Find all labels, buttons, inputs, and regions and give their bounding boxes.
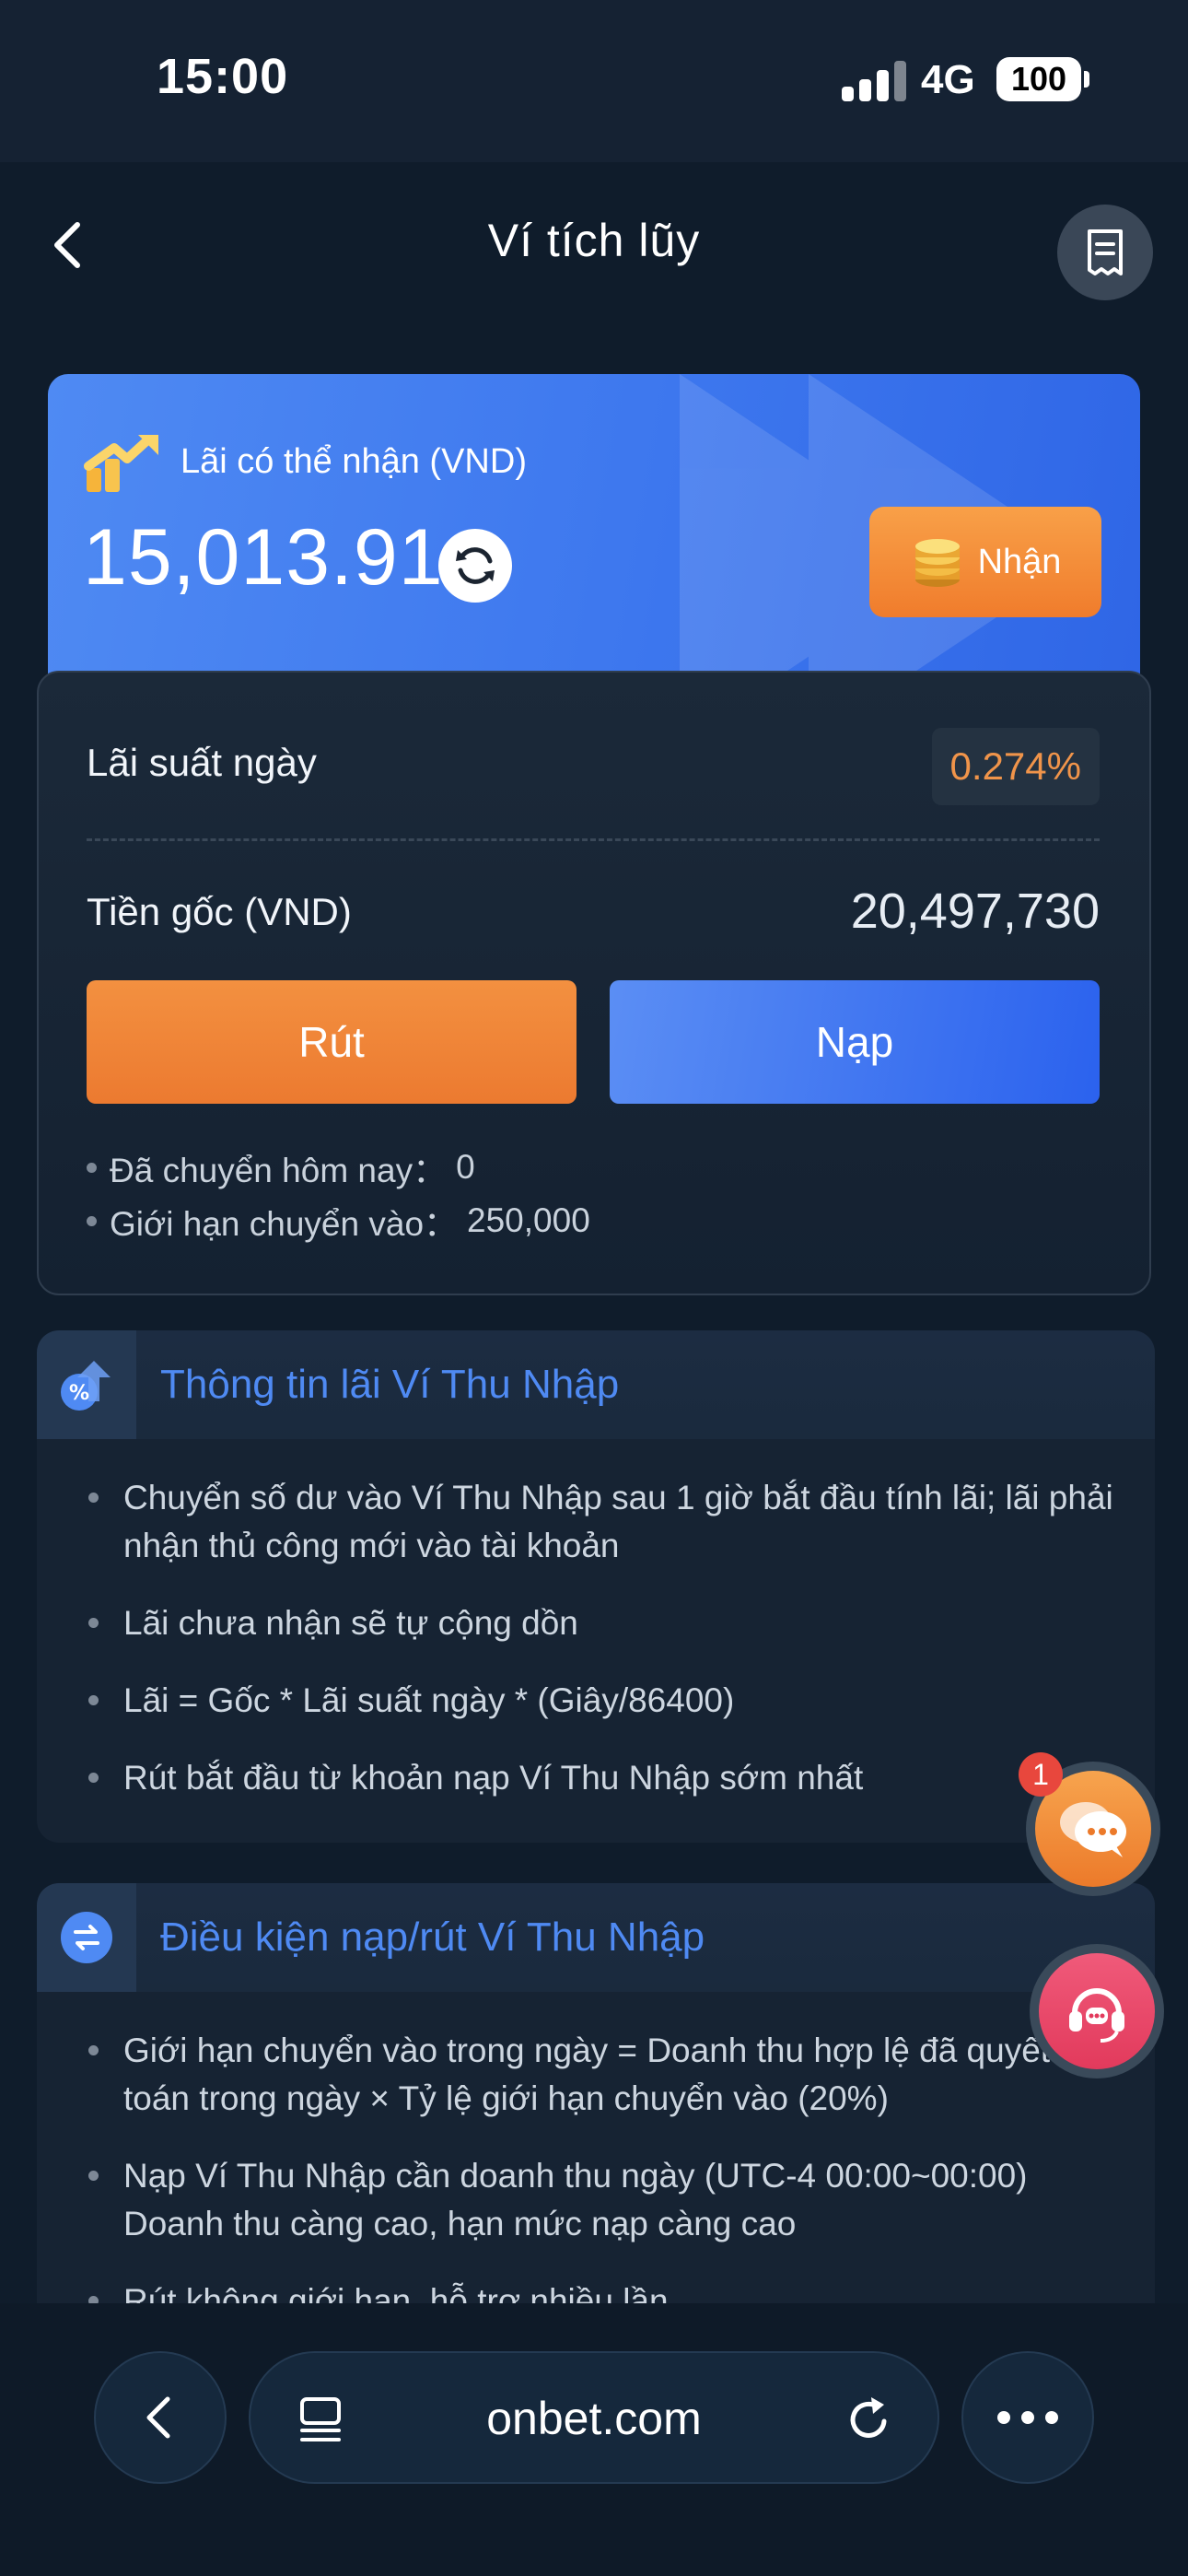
status-time: 15:00 [157,49,289,104]
support-button[interactable] [1030,1944,1164,2078]
principal-value: 20,497,730 [850,884,1100,939]
percent-icon: % [61,1361,111,1411]
coins-icon [914,539,960,587]
more-button[interactable] [961,2351,1094,2484]
signal-icon [842,61,906,101]
claim-button[interactable]: Nhận [869,507,1101,617]
interest-info-section: % Thông tin lãi Ví Thu Nhập Chuyển số dư… [37,1330,1155,1843]
principal-label: Tiền gốc (VND) [87,890,352,933]
transfer-limit-note: Giới hạn chuyển vào： 250,000 [87,1196,590,1246]
more-icon [997,2411,1010,2424]
claimable-interest-amount: 15,013.91 [83,513,444,602]
section-icon-wrap [37,1883,136,1992]
url-domain: onbet.com [486,2393,702,2444]
list-item: Lãi chưa nhận sẽ tự cộng dồn [37,1599,1155,1647]
section-icon-wrap: % [37,1330,136,1439]
wallet-panel: Lãi suất ngày 0.274% Tiền gốc (VND) 20,4… [37,671,1151,1295]
more-icon-dot [1045,2411,1058,2424]
withdraw-button[interactable]: Rút [87,980,577,1104]
refresh-icon [456,547,495,584]
dashed-divider [87,838,1100,841]
conditions-section: Điều kiện nạp/rút Ví Thu Nhập Giới hạn c… [37,1883,1155,2303]
deposit-button[interactable]: Nạp [610,980,1100,1104]
battery-icon: 100 [996,57,1081,101]
address-bar[interactable]: onbet.com [249,2351,939,2484]
section-header: Điều kiện nạp/rút Ví Thu Nhập [37,1883,1155,1992]
network-type: 4G [921,57,975,102]
transferred-today-label: Đã chuyển hôm nay： [110,1152,448,1189]
exchange-icon [61,1912,112,1963]
status-bar: 15:00 4G 100 [0,0,1188,162]
page-title: Ví tích lũy [487,215,701,266]
transferred-today-value: 0 [456,1148,475,1186]
browser-back-button[interactable] [94,2351,227,2484]
transferred-today-note: Đã chuyển hôm nay： 0 [87,1142,475,1192]
claim-label: Nhận [977,542,1062,581]
list-item: Rút không giới hạn, hỗ trợ nhiều lần [37,2277,1155,2303]
browser-toolbar: onbet.com [0,2303,1188,2576]
more-icon-dot [1021,2411,1034,2424]
list-item: Rút bắt đầu từ khoản nạp Ví Thu Nhập sớm… [37,1754,1155,1802]
trend-up-icon [84,435,158,492]
section-title: Điều kiện nạp/rút Ví Thu Nhập [160,1914,705,1960]
list-item: Nạp Ví Thu Nhập cần doanh thu ngày (UTC-… [37,2152,1155,2248]
list-item: Chuyển số dư vào Ví Thu Nhập sau 1 giờ b… [37,1474,1155,1570]
transfer-limit-value: 250,000 [467,1201,590,1239]
notification-badge: 1 [1019,1752,1063,1797]
bullet-dot [87,1215,97,1226]
daily-rate-value: 0.274% [931,728,1100,805]
battery-tip [1084,71,1089,88]
section-title: Thông tin lãi Ví Thu Nhập [160,1362,620,1407]
interest-card: Lãi có thể nhận (VND) 15,013.91 Nhận [48,374,1140,678]
bullet-dot [87,1162,97,1173]
section-list: Chuyển số dư vào Ví Thu Nhập sau 1 giờ b… [37,1474,1155,1832]
records-button[interactable] [1057,205,1153,300]
records-icon [1088,229,1123,275]
reload-icon[interactable] [842,2392,897,2447]
browser-back-icon [146,2396,170,2439]
section-list: Giới hạn chuyển vào trong ngày = Doanh t… [37,2027,1155,2303]
list-item: Giới hạn chuyển vào trong ngày = Doanh t… [37,2027,1155,2123]
svg-text:%: % [69,1382,89,1405]
section-header: % Thông tin lãi Ví Thu Nhập [37,1330,1155,1439]
list-item: Lãi = Gốc * Lãi suất ngày * (Giây/86400) [37,1677,1155,1725]
chat-bubble-icon [1060,1802,1126,1857]
headset-support-icon [1069,1988,1124,2043]
daily-rate-label: Lãi suất ngày [87,741,317,784]
refresh-button[interactable] [438,529,512,603]
page-header: Ví tích lũy [0,162,1188,324]
claimable-interest-label: Lãi có thể nhận (VND) [181,442,527,481]
support-button-inner [1039,1953,1155,2069]
transfer-limit-label: Giới hạn chuyển vào： [110,1205,459,1243]
